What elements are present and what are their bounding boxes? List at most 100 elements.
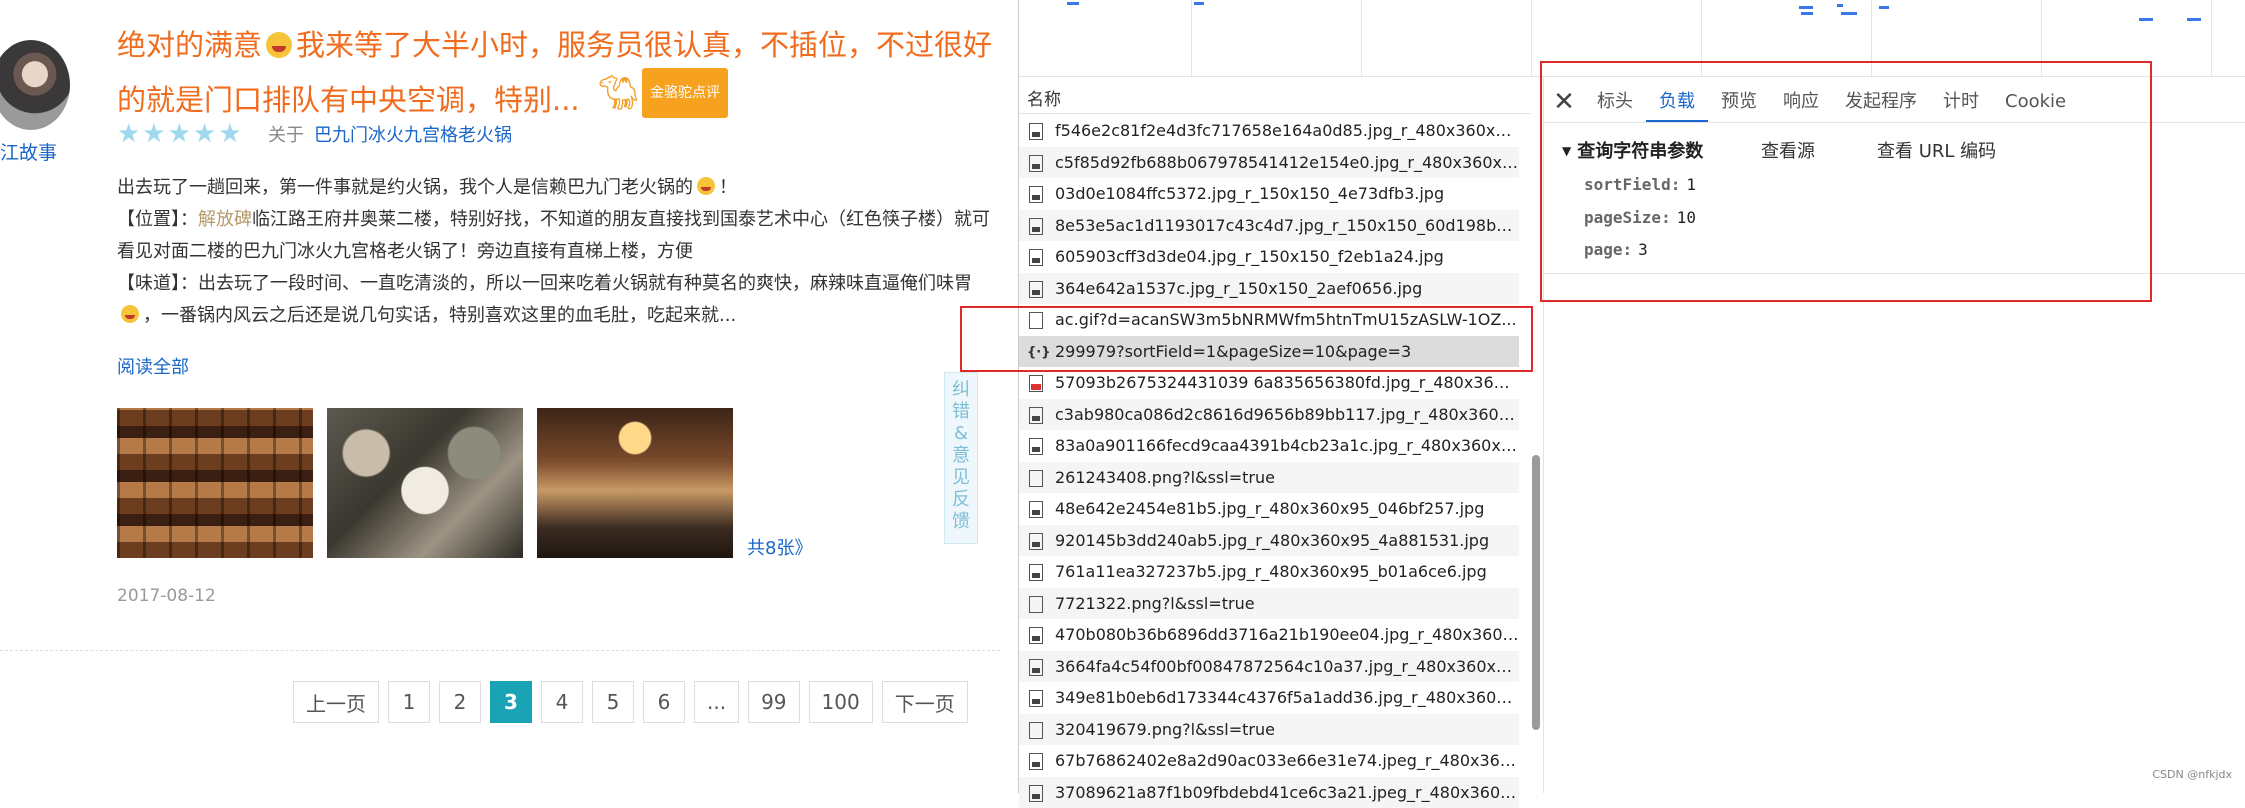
image-file-icon — [1029, 659, 1043, 676]
request-name: 03d0e1084ffc5372.jpg_r_150x150_4e73dfb3.… — [1055, 184, 1444, 203]
request-row[interactable]: c3ab980ca086d2c8616d9656b89bb117.jpg_r_4… — [1019, 399, 1519, 431]
waterfall-bar — [1837, 4, 1843, 7]
image-file-icon — [1029, 375, 1043, 392]
taste-text2: ，一番锅内风云之后还是说几句实话，特别喜欢这里的血毛肚，吃起来就... — [143, 305, 736, 326]
payload-highlight-box — [1540, 61, 2152, 302]
request-name: 349e81b0eb6d173344c4376f5a1add36.jpg_r_4… — [1055, 688, 1519, 707]
divider — [0, 650, 1000, 651]
about-restaurant: 关于巴九门冰火九宫格老火锅 — [268, 121, 512, 147]
review-date: 2017-08-12 — [117, 586, 216, 606]
rating-stars: ★★★★★ — [117, 119, 244, 149]
request-name: 67b76862402e8a2d90ac033e66e31e74.jpeg_r_… — [1055, 751, 1519, 770]
request-row[interactable]: 83a0a901166fecd9caa4391b4cb23a1c.jpg_r_4… — [1019, 430, 1519, 462]
golden-camel-badge: 🐪︎ 金骆驼点评 — [597, 68, 728, 118]
waterfall-bar — [1194, 2, 1204, 5]
request-row[interactable]: c5f85d92fb688b067978541412e154e0.jpg_r_4… — [1019, 147, 1519, 179]
watermark: CSDN @nfkjdx — [2152, 768, 2232, 781]
restaurant-link[interactable]: 巴九门冰火九宫格老火锅 — [314, 125, 512, 146]
badge-label: 金骆驼点评 — [642, 68, 728, 118]
request-row[interactable]: 7721322.png?l&ssl=true — [1019, 588, 1519, 620]
request-row[interactable]: 48e642e2454e81b5.jpg_r_480x360x95_046bf2… — [1019, 493, 1519, 525]
image-file-icon — [1029, 753, 1043, 770]
place-link[interactable]: 解放碑 — [198, 209, 252, 230]
title-part1: 绝对的满意 — [117, 28, 262, 62]
request-row[interactable]: 605903cff3d3de04.jpg_r_150x150_f2eb1a24.… — [1019, 241, 1519, 273]
username-link[interactable]: 江故事 — [0, 138, 57, 165]
prev-page-button[interactable]: 上一页 — [293, 681, 379, 723]
request-name: 761a11ea327237b5.jpg_r_480x360x95_b01a6c… — [1055, 562, 1487, 581]
waterfall-bar — [1879, 6, 1889, 9]
page-button[interactable]: 99 — [748, 681, 799, 723]
waterfall-bar — [1801, 12, 1813, 15]
image-file-icon — [1029, 501, 1043, 518]
request-row[interactable]: 3664fa4c54f00bf00847872564c10a37.jpg_r_4… — [1019, 651, 1519, 683]
smile-emoji-icon — [697, 177, 715, 195]
image-file-icon — [1029, 186, 1043, 203]
request-name: 261243408.png?l&ssl=true — [1055, 468, 1275, 487]
page-button[interactable]: 6 — [643, 681, 685, 723]
request-name: c5f85d92fb688b067978541412e154e0.jpg_r_4… — [1055, 153, 1519, 172]
image-file-icon — [1029, 564, 1043, 581]
waterfall-bar — [1841, 12, 1857, 15]
page-button-current[interactable]: 3 — [490, 681, 532, 723]
request-name: 37089621a87f1b09fbdebd41ce6c3a21.jpeg_r_… — [1055, 783, 1519, 802]
request-row[interactable]: 364e642a1537c.jpg_r_150x150_2aef0656.jpg — [1019, 273, 1519, 305]
request-row[interactable]: 920145b3dd240ab5.jpg_r_480x360x95_4a8815… — [1019, 525, 1519, 557]
feedback-char: 纠 — [945, 379, 977, 401]
request-name: 470b080b36b6896dd3716a21b190ee04.jpg_r_4… — [1055, 625, 1519, 644]
document-icon — [1029, 470, 1043, 487]
waterfall-gridline — [1531, 0, 1532, 76]
page-button[interactable]: 5 — [592, 681, 634, 723]
pagination: 上一页 1 2 3 4 5 6 ... 99 100 下一页 — [293, 681, 968, 723]
page-button[interactable]: 2 — [439, 681, 481, 723]
image-file-icon — [1029, 281, 1043, 298]
next-page-button[interactable]: 下一页 — [882, 681, 968, 723]
image-file-icon — [1029, 218, 1043, 235]
request-name: 8e53e5ac1d1193017c43c4d7.jpg_r_150x150_6… — [1055, 216, 1519, 235]
body-line1: 出去玩了一趟回来，第一件事就是约火锅，我个人是信赖巴九门老火锅的 — [117, 177, 693, 198]
feedback-button[interactable]: 纠 错 & 意 见 反 馈 — [944, 372, 978, 544]
review-page: 江故事 绝对的满意我来等了大半小时，服务员很认真，不插位，不过很好的就是门口排队… — [0, 0, 1000, 793]
request-name: 57093b2675324431039 6a835656380fd.jpg_r_… — [1055, 373, 1519, 392]
request-row[interactable]: 470b080b36b6896dd3716a21b190ee04.jpg_r_4… — [1019, 619, 1519, 651]
location-label: 【位置】： — [117, 209, 198, 230]
request-row[interactable]: 37089621a87f1b09fbdebd41ce6c3a21.jpeg_r_… — [1019, 777, 1519, 808]
waterfall-gridline — [1361, 0, 1362, 76]
page-button[interactable]: 100 — [809, 681, 873, 723]
request-name: 364e642a1537c.jpg_r_150x150_2aef0656.jpg — [1055, 279, 1422, 298]
image-file-icon — [1029, 155, 1043, 172]
read-all-link[interactable]: 阅读全部 — [117, 353, 189, 379]
image-file-icon — [1029, 249, 1043, 266]
review-photo-1[interactable] — [117, 408, 313, 558]
review-photo-2[interactable] — [327, 408, 523, 558]
avatar[interactable] — [0, 40, 70, 130]
request-row[interactable]: 261243408.png?l&ssl=true — [1019, 462, 1519, 494]
feedback-char: & — [945, 423, 977, 445]
review-title[interactable]: 绝对的满意我来等了大半小时，服务员很认真，不插位，不过很好的就是门口排队有中央空… — [117, 22, 997, 123]
request-row[interactable]: 03d0e1084ffc5372.jpg_r_150x150_4e73dfb3.… — [1019, 178, 1519, 210]
request-row[interactable]: 8e53e5ac1d1193017c43c4d7.jpg_r_150x150_6… — [1019, 210, 1519, 242]
request-row[interactable]: 761a11ea327237b5.jpg_r_480x360x95_b01a6c… — [1019, 556, 1519, 588]
name-column-header[interactable]: 名称 — [1019, 86, 1531, 114]
review-photo-3[interactable] — [537, 408, 733, 558]
page-button[interactable]: 1 — [388, 681, 430, 723]
feedback-char: 反 — [945, 489, 977, 511]
total-photos-link[interactable]: 共8张》 — [747, 534, 812, 560]
taste-label: 【味道】： — [117, 273, 198, 294]
page-button[interactable]: 4 — [541, 681, 583, 723]
image-file-icon — [1029, 123, 1043, 140]
request-name: 320419679.png?l&ssl=true — [1055, 720, 1275, 739]
waterfall-bar — [2187, 18, 2201, 21]
image-file-icon — [1029, 690, 1043, 707]
request-name: f546e2c81f2e4d3fc717658e164a0d85.jpg_r_4… — [1055, 121, 1519, 140]
request-row[interactable]: f546e2c81f2e4d3fc717658e164a0d85.jpg_r_4… — [1019, 115, 1519, 147]
taste-text: 出去玩了一段时间、一直吃清淡的，所以一回来吃着火锅就有种莫名的爽快，麻辣味直逼俺… — [198, 273, 972, 294]
review-body: 出去玩了一趟回来，第一件事就是约火锅，我个人是信赖巴九门老火锅的！ 【位置】：解… — [117, 172, 997, 332]
request-list-scrollbar[interactable] — [1532, 455, 1540, 730]
document-icon — [1029, 722, 1043, 739]
request-name: 3664fa4c54f00bf00847872564c10a37.jpg_r_4… — [1055, 657, 1519, 676]
request-row[interactable]: 349e81b0eb6d173344c4376f5a1add36.jpg_r_4… — [1019, 682, 1519, 714]
request-name: 605903cff3d3de04.jpg_r_150x150_f2eb1a24.… — [1055, 247, 1444, 266]
request-row[interactable]: 320419679.png?l&ssl=true — [1019, 714, 1519, 746]
request-row[interactable]: 67b76862402e8a2d90ac033e66e31e74.jpeg_r_… — [1019, 745, 1519, 777]
